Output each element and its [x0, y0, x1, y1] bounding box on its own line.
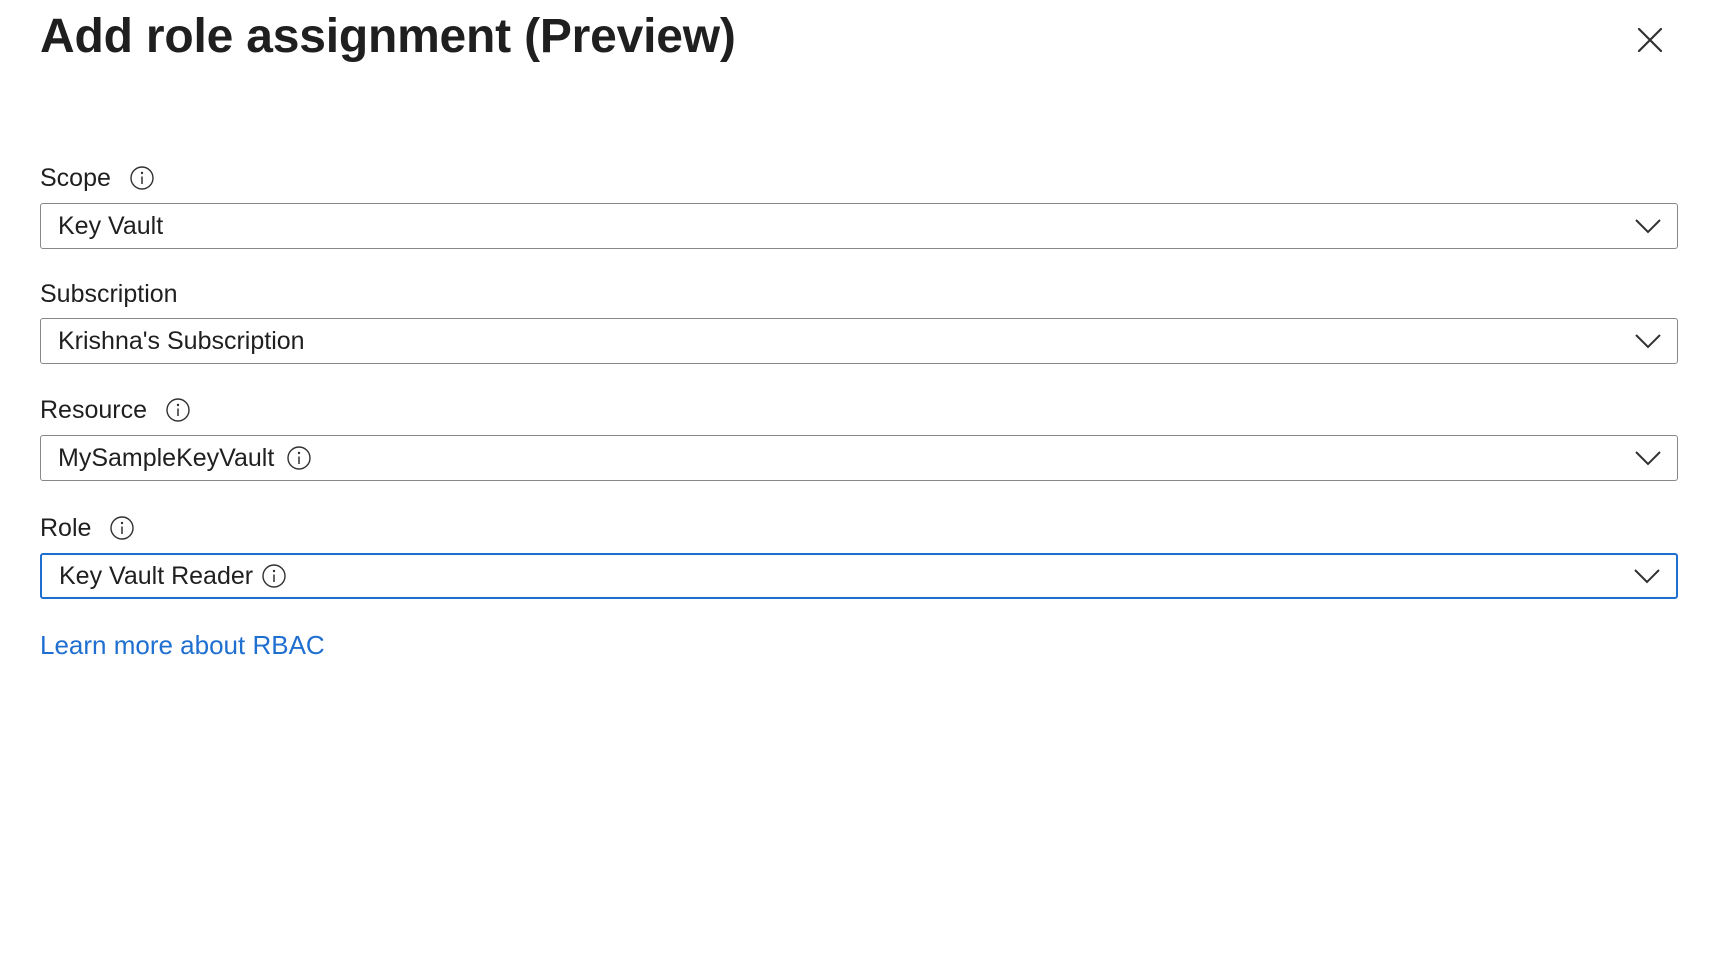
scope-dropdown[interactable]: Key Vault: [40, 203, 1678, 249]
resource-value-wrap: MySampleKeyVault: [58, 443, 312, 473]
close-icon: [1637, 27, 1663, 53]
subscription-label-text: Subscription: [40, 280, 178, 308]
scope-value: Key Vault: [58, 212, 164, 240]
role-info-icon[interactable]: [109, 515, 135, 541]
scope-label: Scope: [40, 163, 155, 193]
resource-info-icon[interactable]: [165, 397, 191, 423]
scope-label-text: Scope: [40, 164, 111, 192]
role-label: Role: [40, 513, 135, 543]
scope-info-icon[interactable]: [129, 165, 155, 191]
role-value: Key Vault Reader: [59, 562, 254, 590]
resource-value-info-icon[interactable]: [286, 445, 312, 471]
resource-value: MySampleKeyVault: [58, 444, 275, 472]
chevron-down-icon: [1632, 566, 1662, 586]
role-value-wrap: Key Vault Reader: [59, 561, 287, 591]
role-dropdown[interactable]: Key Vault Reader: [40, 553, 1678, 599]
panel-title: Add role assignment (Preview): [40, 10, 736, 63]
resource-label: Resource: [40, 395, 191, 425]
resource-label-text: Resource: [40, 396, 147, 424]
resource-dropdown[interactable]: MySampleKeyVault: [40, 435, 1678, 481]
close-button[interactable]: [1628, 18, 1672, 62]
role-value-info-icon[interactable]: [261, 563, 287, 589]
role-label-text: Role: [40, 514, 92, 542]
learn-more-rbac-link[interactable]: Learn more about RBAC: [40, 629, 325, 661]
chevron-down-icon: [1633, 216, 1663, 236]
subscription-dropdown[interactable]: Krishna's Subscription: [40, 318, 1678, 364]
chevron-down-icon: [1633, 331, 1663, 351]
chevron-down-icon: [1633, 448, 1663, 468]
subscription-label: Subscription: [40, 279, 178, 309]
subscription-value: Krishna's Subscription: [58, 327, 305, 355]
